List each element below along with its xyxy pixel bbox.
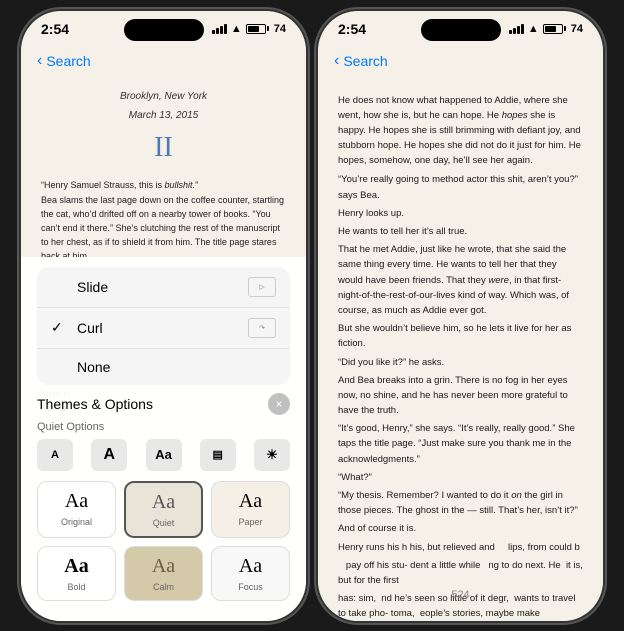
chevron-left-icon: ‹ <box>37 52 42 70</box>
check-curl: ✓ <box>51 319 67 336</box>
right-para-8: “It’s good, Henry,” she says. “It’s real… <box>338 421 583 467</box>
font-size-increase[interactable]: A <box>91 439 127 471</box>
themes-header: Themes & Options × <box>37 393 290 415</box>
right-para-7: And Bea breaks into a grin. There is no … <box>338 373 583 419</box>
status-icons-right: ▲ 74 <box>509 23 583 35</box>
right-para-2: Henry looks up. <box>338 206 583 221</box>
nav-bar-right: ‹ Search <box>318 43 603 79</box>
right-para-5: But she wouldn’t believe him, so he lets… <box>338 321 583 351</box>
right-para-1: “You’re really going to method actor thi… <box>338 172 583 202</box>
menu-label-slide: Slide <box>77 279 108 295</box>
battery-level-right: 74 <box>571 23 583 35</box>
theme-bold-sample: Aa <box>64 555 88 578</box>
page-number: 524 <box>451 589 469 601</box>
small-a-label: A <box>51 449 59 461</box>
transition-menu: Slide ▷ ✓ Curl ↷ None <box>37 267 290 385</box>
time-right: 2:54 <box>338 21 366 37</box>
status-bar-left: 2:54 ▲ 74 <box>21 11 306 43</box>
back-label-left: Search <box>46 53 90 69</box>
theme-bold[interactable]: Aa Bold <box>37 546 116 601</box>
wifi-icon-right: ▲ <box>528 23 539 35</box>
format-toolbar: A A Aa ▤ ☀ <box>37 439 290 471</box>
font-icon: Aa <box>155 447 172 462</box>
battery-icon-right <box>543 24 566 34</box>
font-button[interactable]: Aa <box>146 439 182 471</box>
theme-paper-label: Paper <box>238 517 262 527</box>
large-a-label: A <box>103 446 115 464</box>
right-para-9: “What?” <box>338 470 583 485</box>
brightness-icon: ☀ <box>266 447 278 463</box>
curl-icon: ↷ <box>248 318 276 338</box>
right-para-12: Henry runs his h his, but relieved and l… <box>338 540 583 555</box>
book-date: March 13, 2015 <box>41 108 286 123</box>
layout-button[interactable]: ▤ <box>200 439 236 471</box>
brightness-button[interactable]: ☀ <box>254 439 290 471</box>
theme-quiet[interactable]: Aa Quiet <box>124 481 203 538</box>
theme-calm-sample: Aa <box>152 555 175 578</box>
right-para-11: And of course it is. <box>338 521 583 536</box>
check-none <box>51 359 67 375</box>
book-content-right: He does not know what happened to Addie,… <box>318 79 603 619</box>
theme-paper-sample: Aa <box>239 490 262 513</box>
theme-quiet-sample: Aa <box>152 491 175 514</box>
menu-item-slide[interactable]: Slide ▷ <box>37 267 290 308</box>
theme-original-sample: Aa <box>65 490 88 513</box>
theme-grid: Aa Original Aa Quiet Aa Paper Aa Bold <box>37 481 290 601</box>
theme-quiet-label: Quiet <box>153 518 175 528</box>
right-para-3: He wants to tell her it’s all true. <box>338 224 583 239</box>
menu-label-curl: Curl <box>77 320 103 336</box>
signal-icon <box>212 24 227 34</box>
back-button-right[interactable]: ‹ Search <box>334 52 388 70</box>
right-para-4: That he met Addie, just like he wrote, t… <box>338 242 583 318</box>
close-icon: × <box>275 397 282 411</box>
nav-bar-left: ‹ Search <box>21 43 306 79</box>
bottom-panel: Slide ▷ ✓ Curl ↷ None <box>21 257 306 621</box>
menu-item-curl[interactable]: ✓ Curl ↷ <box>37 308 290 349</box>
theme-original[interactable]: Aa Original <box>37 481 116 538</box>
back-button-left[interactable]: ‹ Search <box>37 52 91 70</box>
right-para-10: “My thesis. Remember? I wanted to do it … <box>338 488 583 518</box>
quiet-options-label: Quiet Options <box>37 421 290 433</box>
right-para-6: “Did you like it?” he asks. <box>338 355 583 370</box>
signal-icon-right <box>509 24 524 34</box>
close-button[interactable]: × <box>268 393 290 415</box>
back-label-right: Search <box>343 53 387 69</box>
status-bar-right: 2:54 ▲ 74 <box>318 11 603 43</box>
theme-focus[interactable]: Aa Focus <box>211 546 290 601</box>
theme-calm-label: Calm <box>153 582 174 592</box>
right-phone: 2:54 ▲ 74 <box>318 11 603 621</box>
theme-focus-label: Focus <box>238 582 263 592</box>
themes-label: Themes & Options <box>37 396 153 412</box>
chapter-number: II <box>41 127 286 169</box>
wifi-icon: ▲ <box>231 23 242 35</box>
menu-label-none: None <box>77 359 110 375</box>
slide-icon: ▷ <box>248 277 276 297</box>
theme-original-label: Original <box>61 517 92 527</box>
theme-bold-label: Bold <box>67 582 85 592</box>
battery-icon <box>246 24 269 34</box>
book-location: Brooklyn, New York <box>41 89 286 104</box>
theme-focus-sample: Aa <box>239 555 262 578</box>
book-para-1: Bea slams the last page down on the coff… <box>41 194 286 264</box>
status-icons-left: ▲ 74 <box>212 23 286 35</box>
menu-item-none[interactable]: None <box>37 349 290 385</box>
font-size-decrease[interactable]: A <box>37 439 73 471</box>
theme-paper[interactable]: Aa Paper <box>211 481 290 538</box>
left-phone: 2:54 ▲ 74 <box>21 11 306 621</box>
book-para-0: “Henry Samuel Strauss, this is bullshit.… <box>41 179 286 193</box>
battery-level-left: 74 <box>274 23 286 35</box>
time-left: 2:54 <box>41 21 69 37</box>
book-header: Brooklyn, New York March 13, 2015 II <box>41 89 286 169</box>
right-para-0: He does not know what happened to Addie,… <box>338 93 583 169</box>
layout-icon: ▤ <box>213 448 223 461</box>
theme-calm[interactable]: Aa Calm <box>124 546 203 601</box>
chevron-left-icon-right: ‹ <box>334 52 339 70</box>
right-para-13: pay off his stu- dent a little while ng … <box>338 558 583 588</box>
check-slide <box>51 279 67 295</box>
